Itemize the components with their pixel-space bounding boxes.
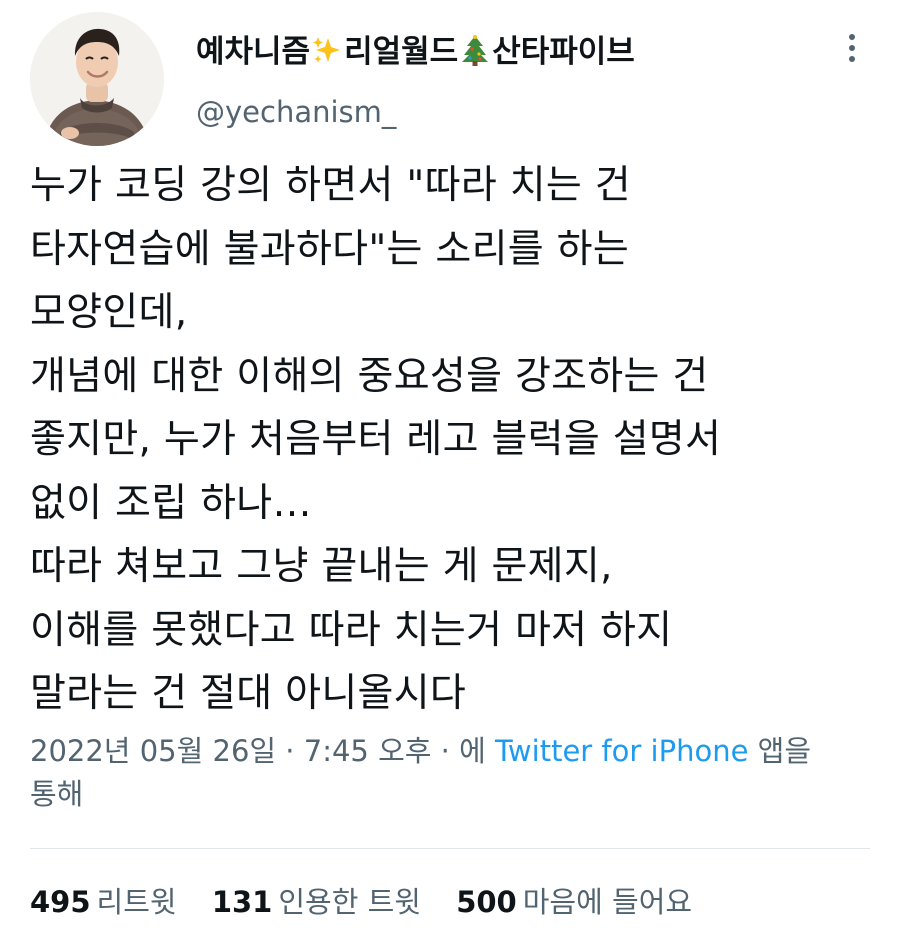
tweet-header: 예차니즘 리얼월드 산타파이브 @yechanism_ [30, 12, 870, 146]
tweet-text-line: 없이 조립 하나… [30, 480, 312, 526]
likes-stat[interactable]: 500 마음에 들어요 [456, 880, 692, 924]
tweet-date[interactable]: 2022년 05월 26일 [30, 734, 276, 768]
tweet-time[interactable]: 7:45 오후 [304, 734, 432, 768]
tweet-text-line: 이해를 못했다고 따라 치는거 마저 하지 [30, 607, 673, 653]
display-name-part2: 리얼월드 [344, 34, 459, 70]
divider [30, 848, 870, 849]
likes-count: 500 [456, 885, 517, 919]
christmas-tree-icon [460, 34, 490, 76]
user-handle[interactable]: @yechanism_ [196, 94, 635, 130]
quotes-count: 131 [211, 885, 273, 919]
tweet-text-line: 타자연습에 불과하다"는 소리를 하는 [30, 226, 630, 272]
meta-separator: · [276, 734, 304, 768]
tweet-text-line: 모양인데, [30, 290, 188, 335]
more-options-icon[interactable] [840, 34, 864, 74]
tweet-text-line: 좋지만, 누가 처음부터 레고 블럭을 설명서 [30, 417, 722, 462]
display-name-part3: 산타파이브 [492, 34, 635, 70]
retweets-label: 리트윗 [96, 885, 177, 919]
tweet-meta: 2022년 05월 26일 · 7:45 오후 · 에 Twitter for … [30, 730, 870, 816]
quotes-label: 인용한 트윗 [278, 885, 421, 919]
sparkles-icon [312, 36, 342, 76]
tweet-text-line: 말라는 건 절대 아니올시다 [30, 671, 467, 716]
meta-suffix-line: 통해 [30, 777, 84, 811]
tweet: 예차니즘 리얼월드 산타파이브 @yechanism_ 누가 코딩 강의 하면서 "… [0, 0, 900, 946]
likes-label: 마음에 들어요 [522, 885, 693, 919]
quotes-stat[interactable]: 131 인용한 트윗 [212, 880, 421, 924]
tweet-text: 누가 코딩 강의 하면서 "따라 치는 건 타자연습에 불과하다"는 소리를 하… [30, 154, 880, 726]
retweets-stat[interactable]: 495 리트윗 [30, 880, 177, 924]
retweets-count: 495 [30, 885, 91, 919]
tweet-text-line: 개념에 대한 이해의 중요성을 강조하는 건 [30, 353, 709, 399]
avatar[interactable] [30, 12, 164, 146]
author-names: 예차니즘 리얼월드 산타파이브 @yechanism_ [196, 32, 635, 130]
display-name-part1: 예차니즘 [196, 34, 311, 70]
tweet-text-line: 누가 코딩 강의 하면서 "따라 치는 건 [30, 163, 631, 208]
display-name[interactable]: 예차니즘 리얼월드 산타파이브 [196, 32, 635, 76]
avatar-photo [30, 12, 164, 146]
meta-suffix: 앱을 [748, 734, 812, 768]
meta-separator: · 에 [431, 734, 496, 768]
engagement-stats: 495 리트윗 131 인용한 트윗 500 마음에 들어요 [30, 880, 718, 924]
source-link[interactable]: Twitter for iPhone [495, 734, 748, 768]
tweet-text-line: 따라 쳐보고 그냥 끝내는 게 문제지, [30, 544, 613, 589]
